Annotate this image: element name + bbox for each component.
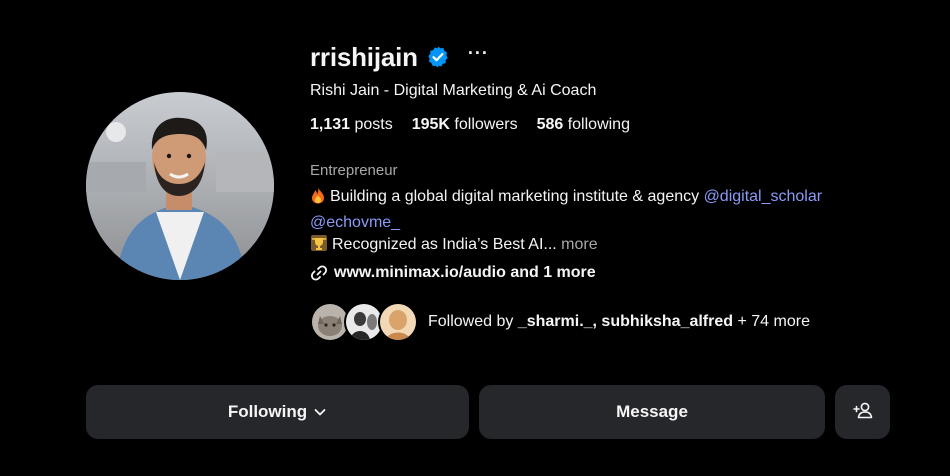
followed-by-prefix: Followed by — [428, 312, 518, 330]
bio-line-1-text: Building a global digital marketing inst… — [330, 188, 704, 205]
username[interactable]: rrishijain — [310, 42, 418, 73]
bio-more-link[interactable]: more — [561, 236, 597, 253]
message-button[interactable]: Message — [479, 385, 825, 439]
mutual-avatar — [378, 301, 418, 342]
followed-by[interactable]: Followed by _sharmi._, subhiksha_alfred … — [310, 301, 930, 342]
followers-count: 195K — [411, 116, 450, 133]
external-link[interactable]: www.minimax.io/audio and 1 more — [310, 264, 930, 282]
mutual-avatars — [310, 301, 418, 342]
following-button-label: Following — [227, 402, 308, 421]
followed-by-names: _sharmi._, subhiksha_alfred — [517, 312, 734, 330]
full-name: Rishi Jain - Digital Marketing & Ai Coac… — [310, 82, 597, 99]
add-person-icon — [852, 401, 874, 424]
chevron-down-icon — [313, 405, 327, 419]
profile-category: Entrepreneur — [310, 162, 398, 179]
verified-badge-icon — [426, 45, 450, 69]
followers-stat[interactable]: 195K followers — [412, 116, 518, 134]
profile-stats: 1,131 posts 195K followers 586 following — [310, 116, 930, 134]
profile-bio: Building a global digital marketing inst… — [310, 186, 930, 260]
mention-digital-scholar[interactable]: @digital_scholar — [704, 188, 823, 205]
suggested-accounts-button[interactable] — [835, 385, 890, 439]
link-icon — [310, 264, 328, 282]
following-stat[interactable]: 586 following — [537, 116, 630, 134]
posts-count: 1,131 — [310, 116, 351, 133]
profile-avatar[interactable] — [86, 92, 274, 280]
fire-icon — [310, 186, 326, 212]
bio-line-3: Recognized as India’s Best AI... more — [310, 234, 930, 260]
username-row: rrishijain ··· — [310, 38, 930, 76]
bio-line-2: @echovme_ — [310, 212, 930, 235]
mention-echovme[interactable]: @echovme_ — [310, 214, 400, 231]
bio-line-3-text: Recognized as India’s Best AI... — [332, 236, 562, 253]
message-button-label: Message — [616, 402, 688, 421]
bio-line-1: Building a global digital marketing inst… — [310, 186, 930, 212]
profile-info: rrishijain ··· Rishi Jain - Digital Mark… — [310, 38, 930, 342]
followed-by-suffix: + 74 more — [733, 312, 810, 330]
posts-stat[interactable]: 1,131 posts — [310, 116, 393, 134]
following-button[interactable]: Following — [86, 385, 469, 439]
posts-label: posts — [350, 116, 393, 133]
external-link-text: www.minimax.io/audio and 1 more — [334, 263, 596, 281]
following-label: following — [563, 116, 630, 133]
following-count: 586 — [536, 116, 564, 133]
followed-by-text: Followed by _sharmi._, subhiksha_alfred … — [428, 313, 810, 331]
more-options-icon[interactable]: ··· — [468, 44, 489, 70]
profile-page: rrishijain ··· Rishi Jain - Digital Mark… — [0, 0, 950, 476]
profile-avatar-image — [86, 92, 274, 280]
trophy-icon — [310, 234, 328, 260]
followers-label: followers — [449, 116, 518, 133]
